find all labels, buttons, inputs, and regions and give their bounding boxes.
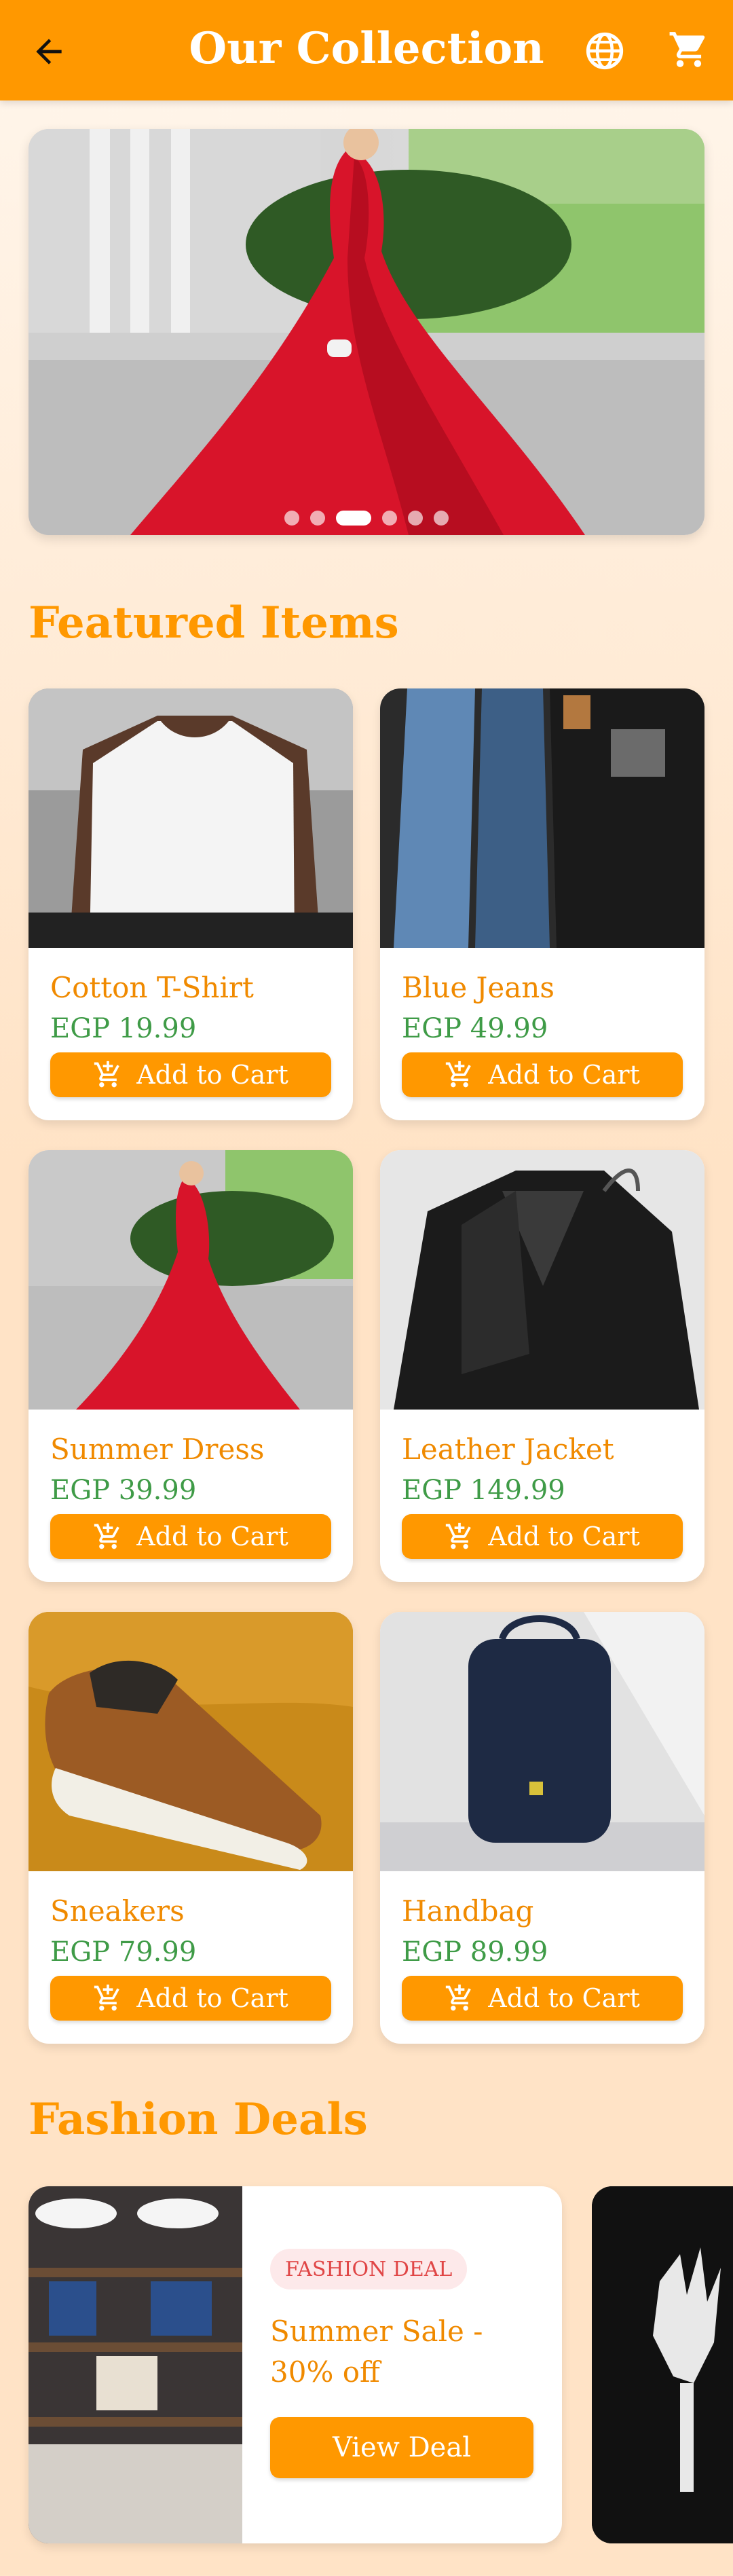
product-image-dress: [29, 1150, 353, 1410]
product-name: Summer Dress: [50, 1433, 265, 1466]
add-to-cart-label: Add to Cart: [488, 1983, 640, 2013]
carousel-dot[interactable]: [310, 511, 325, 526]
deal-image-store: [29, 2186, 242, 2543]
product-name: Sneakers: [50, 1894, 185, 1928]
add-shopping-cart-icon: [94, 1984, 119, 2011]
globe-icon[interactable]: [584, 30, 626, 72]
carousel-indicator: [29, 508, 704, 528]
add-to-cart-button[interactable]: Add to Cart: [402, 1976, 683, 2021]
product-card[interactable]: Summer Dress EGP 39.99 Add to Cart: [29, 1150, 353, 1582]
product-name: Handbag: [402, 1894, 534, 1928]
add-to-cart-button[interactable]: Add to Cart: [50, 1976, 331, 2021]
hero-carousel[interactable]: [29, 129, 704, 535]
carousel-dot[interactable]: [382, 511, 397, 526]
add-to-cart-label: Add to Cart: [136, 1522, 288, 1551]
add-to-cart-button[interactable]: Add to Cart: [50, 1052, 331, 1097]
add-shopping-cart-icon: [94, 1522, 119, 1549]
add-shopping-cart-icon: [446, 1522, 471, 1549]
add-to-cart-label: Add to Cart: [488, 1522, 640, 1551]
deal-title: Summer Sale - 30% off: [270, 2315, 483, 2389]
carousel-dot[interactable]: [408, 511, 423, 526]
deal-card-partial[interactable]: [592, 2186, 733, 2543]
product-name: Cotton T-Shirt: [50, 971, 254, 1004]
hero-image: [29, 129, 704, 535]
deal-image-skeleton-shirt: [592, 2186, 733, 2543]
product-price: EGP 49.99: [402, 1013, 548, 1044]
product-price: EGP 89.99: [402, 1936, 548, 1968]
carousel-dot[interactable]: [434, 511, 449, 526]
add-to-cart-button[interactable]: Add to Cart: [402, 1052, 683, 1097]
product-card[interactable]: Blue Jeans EGP 49.99 Add to Cart: [380, 688, 704, 1120]
product-card[interactable]: Cotton T-Shirt EGP 19.99 Add to Cart: [29, 688, 353, 1120]
carousel-dot-active[interactable]: [336, 511, 371, 526]
add-shopping-cart-icon: [94, 1061, 119, 1088]
carousel-dot[interactable]: [284, 511, 299, 526]
fashion-deals-heading: Fashion Deals: [29, 2094, 368, 2145]
shopping-cart-icon[interactable]: [668, 29, 710, 71]
add-to-cart-label: Add to Cart: [136, 1060, 288, 1090]
app-bar: Our Collection: [0, 0, 733, 100]
product-image-jeans: [380, 688, 704, 948]
product-price: EGP 39.99: [50, 1475, 197, 1506]
view-deal-button[interactable]: View Deal: [270, 2417, 533, 2478]
featured-items-heading: Featured Items: [29, 597, 399, 648]
product-name: Leather Jacket: [402, 1433, 614, 1466]
add-to-cart-label: Add to Cart: [488, 1060, 640, 1090]
add-to-cart-button[interactable]: Add to Cart: [50, 1514, 331, 1559]
deal-badge: FASHION DEAL: [270, 2249, 468, 2289]
add-to-cart-button[interactable]: Add to Cart: [402, 1514, 683, 1559]
product-image-sneakers: [29, 1612, 353, 1871]
product-name: Blue Jeans: [402, 971, 555, 1004]
product-image-handbag: [380, 1612, 704, 1871]
add-shopping-cart-icon: [446, 1984, 471, 2011]
add-shopping-cart-icon: [446, 1061, 471, 1088]
add-to-cart-label: Add to Cart: [136, 1983, 288, 2013]
product-card[interactable]: Sneakers EGP 79.99 Add to Cart: [29, 1612, 353, 2044]
product-card[interactable]: Handbag EGP 89.99 Add to Cart: [380, 1612, 704, 2044]
product-price: EGP 79.99: [50, 1936, 197, 1968]
product-price: EGP 149.99: [402, 1475, 565, 1506]
product-card[interactable]: Leather Jacket EGP 149.99 Add to Cart: [380, 1150, 704, 1582]
product-price: EGP 19.99: [50, 1013, 197, 1044]
product-image-tshirt: [29, 688, 353, 948]
product-image-leather-jacket: [380, 1150, 704, 1410]
deal-card[interactable]: FASHION DEAL Summer Sale - 30% off View …: [29, 2186, 562, 2543]
